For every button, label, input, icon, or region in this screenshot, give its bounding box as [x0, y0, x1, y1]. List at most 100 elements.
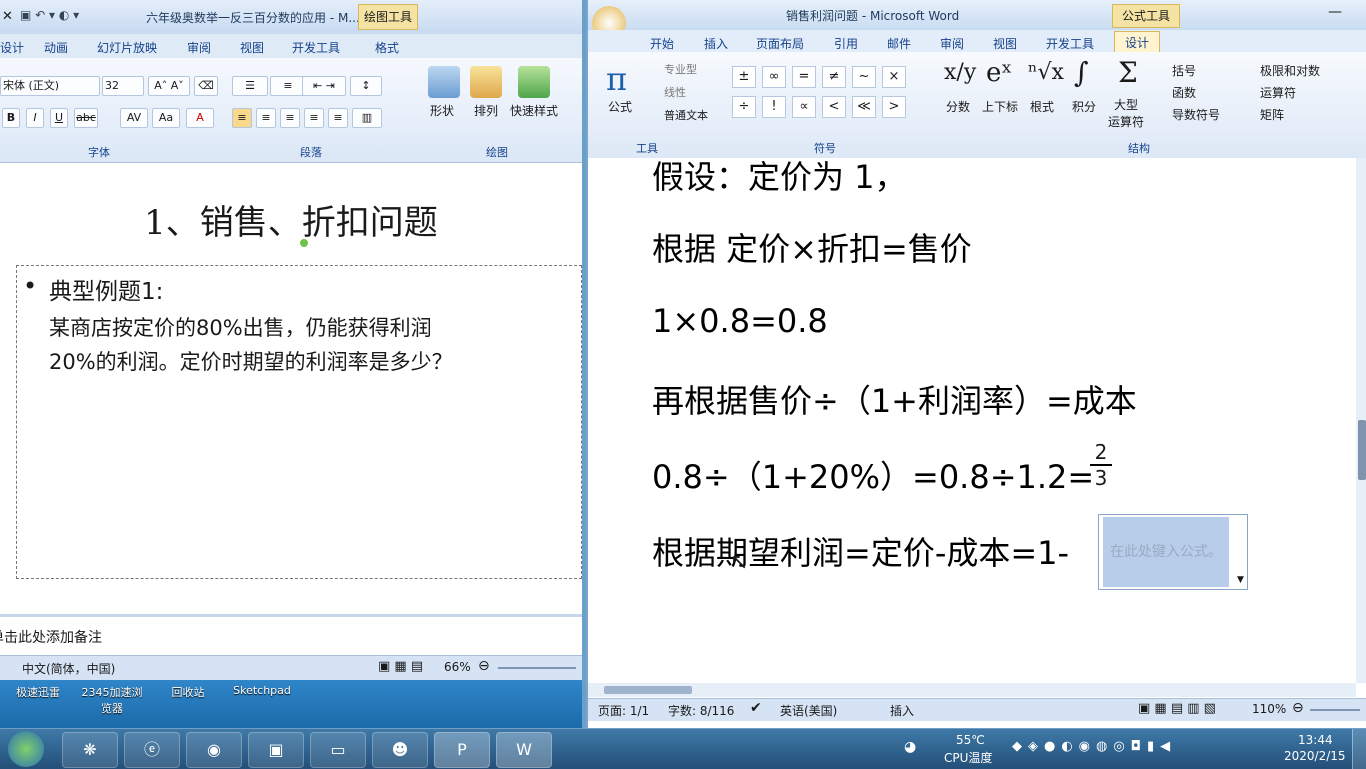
- symbol-factorial[interactable]: !: [762, 96, 786, 118]
- radical-button-label[interactable]: 根式: [1030, 98, 1054, 115]
- clock-date[interactable]: 2020/2/15: [1284, 749, 1346, 763]
- chevron-down-icon[interactable]: ▼: [1237, 575, 1244, 585]
- tab-insert[interactable]: 插入: [704, 35, 728, 52]
- limit-log-button[interactable]: 极限和对数: [1260, 62, 1320, 79]
- minimize-icon[interactable]: —: [1328, 4, 1342, 20]
- tab-mailings[interactable]: 邮件: [887, 35, 911, 52]
- rotate-handle-icon[interactable]: [300, 239, 308, 247]
- view-buttons[interactable]: ▣ ▦ ▤: [378, 659, 423, 674]
- quick-access-toolbar[interactable]: ▣ ↶ ▾ ◐ ▾: [20, 8, 79, 22]
- formula-button-label[interactable]: 公式: [608, 98, 632, 115]
- linear-button[interactable]: 线性: [664, 84, 686, 100]
- symbol-tilde[interactable]: ~: [852, 66, 876, 88]
- symbol-proportional[interactable]: ∝: [792, 96, 816, 118]
- scrollbar-thumb[interactable]: [1358, 420, 1366, 480]
- tab-format[interactable]: 格式: [375, 39, 399, 56]
- integral-button-label[interactable]: 积分: [1072, 98, 1096, 115]
- char-spacing-button[interactable]: AV: [120, 108, 148, 128]
- symbol-times[interactable]: ×: [882, 66, 906, 88]
- symbol-not-equal[interactable]: ≠: [822, 66, 846, 88]
- hscroll-thumb[interactable]: [604, 686, 692, 694]
- professional-button[interactable]: 专业型: [664, 61, 697, 77]
- desktop-icon-label[interactable]: Sketchpad: [226, 684, 298, 697]
- browser-icon[interactable]: ⓔ: [124, 732, 180, 768]
- numbering-button[interactable]: ≡: [270, 76, 306, 96]
- view-buttons[interactable]: ▣ ▦ ▤ ▥ ▧: [1138, 701, 1216, 716]
- powerpoint-task-icon[interactable]: P: [434, 732, 490, 768]
- app-icon[interactable]: ❋: [62, 732, 118, 768]
- large-operator-button-label[interactable]: 大型 运算符: [1108, 96, 1144, 130]
- normal-text-button[interactable]: 普通文本: [664, 107, 708, 123]
- equation-box[interactable]: 在此处键入公式。 ▼: [1098, 514, 1248, 590]
- proofing-icon[interactable]: ✔: [750, 700, 762, 716]
- distribute-button[interactable]: ≡: [328, 108, 348, 128]
- status-word-count[interactable]: 字数: 8/116: [668, 702, 734, 719]
- large-operator-icon[interactable]: Σ: [1118, 56, 1138, 89]
- fraction-button-label[interactable]: 分数: [946, 98, 970, 115]
- tab-view[interactable]: 视图: [993, 35, 1017, 52]
- columns-button[interactable]: ▥: [352, 108, 382, 128]
- package-icon[interactable]: ▣: [248, 732, 304, 768]
- operator-button[interactable]: 运算符: [1260, 84, 1296, 101]
- zoom-out-icon[interactable]: ⊖: [1292, 700, 1304, 716]
- symbol-greater-than[interactable]: >: [882, 96, 906, 118]
- arrange-button-label[interactable]: 排列: [474, 102, 498, 119]
- symbol-plus-minus[interactable]: ±: [732, 66, 756, 88]
- quick-styles-button-label[interactable]: 快速样式: [510, 102, 558, 119]
- bracket-button[interactable]: 括号: [1172, 62, 1196, 79]
- symbol-divide[interactable]: ÷: [732, 96, 756, 118]
- tab-design[interactable]: 设计: [0, 39, 24, 56]
- word-task-icon[interactable]: W: [496, 732, 552, 768]
- quick-styles-icon[interactable]: [518, 66, 550, 98]
- zoom-slider[interactable]: [498, 667, 576, 669]
- user-icon[interactable]: ◕: [904, 739, 916, 755]
- close-icon[interactable]: ✕: [2, 9, 13, 24]
- font-name-select[interactable]: 宋体 (正文): [0, 76, 100, 96]
- folder-icon[interactable]: ▭: [310, 732, 366, 768]
- status-page[interactable]: 页面: 1/1: [598, 702, 649, 719]
- shapes-icon[interactable]: [428, 66, 460, 98]
- clock-time[interactable]: 13:44: [1298, 733, 1333, 747]
- indent-buttons[interactable]: ⇤ ⇥: [302, 76, 346, 96]
- radical-icon[interactable]: ⁿ√x: [1028, 60, 1064, 85]
- zoom-out-icon[interactable]: ⊖: [478, 658, 490, 674]
- grow-shrink-font-button[interactable]: A˄ A˅: [148, 76, 190, 96]
- symbol-less-than[interactable]: <: [822, 96, 846, 118]
- content-placeholder[interactable]: • 典型例题1: 某商店按定价的80%出售，仍能获得利润 20%的利润。定价时期…: [16, 265, 582, 579]
- horizontal-scrollbar[interactable]: [588, 683, 1356, 697]
- font-color-button[interactable]: A: [186, 108, 214, 128]
- tab-animation[interactable]: 动画: [44, 39, 68, 56]
- function-button[interactable]: 函数: [1172, 84, 1196, 101]
- underline-button[interactable]: U: [50, 108, 68, 128]
- line-spacing-button[interactable]: ↕: [350, 76, 382, 96]
- status-insert-mode[interactable]: 插入: [890, 702, 914, 719]
- clear-format-button[interactable]: ⌫: [194, 76, 218, 96]
- bold-button[interactable]: B: [2, 108, 20, 128]
- tray-icons[interactable]: ◆◈●◐◉◍◎◘▮◀: [1012, 739, 1176, 754]
- arrange-icon[interactable]: [470, 66, 502, 98]
- tab-view[interactable]: 视图: [240, 39, 264, 56]
- notes-pane[interactable]: 单击此处添加备注: [0, 614, 582, 657]
- vertical-scrollbar[interactable]: [1356, 158, 1366, 683]
- pi-icon[interactable]: π: [606, 60, 627, 98]
- desktop-icon-label[interactable]: 极速迅雷: [6, 684, 70, 700]
- integral-icon[interactable]: ∫: [1074, 56, 1089, 89]
- script-button-label[interactable]: 上下标: [982, 98, 1018, 115]
- symbol-much-less[interactable]: ≪: [852, 96, 876, 118]
- tab-equation-design[interactable]: 设计: [1114, 31, 1161, 54]
- bullets-button[interactable]: ☰: [232, 76, 268, 96]
- tab-review[interactable]: 审阅: [187, 39, 211, 56]
- media-icon[interactable]: ◉: [186, 732, 242, 768]
- zoom-slider[interactable]: [1310, 709, 1360, 711]
- symbol-equals[interactable]: =: [792, 66, 816, 88]
- tab-developer[interactable]: 开发工具: [1046, 35, 1094, 52]
- tab-developer[interactable]: 开发工具: [292, 39, 340, 56]
- tab-home[interactable]: 开始: [650, 35, 674, 52]
- tab-references[interactable]: 引用: [834, 35, 858, 52]
- status-language[interactable]: 英语(美国): [780, 702, 837, 719]
- tab-review[interactable]: 审阅: [940, 35, 964, 52]
- desktop-icon-label[interactable]: 回收站: [160, 684, 216, 700]
- align-right-button[interactable]: ≡: [280, 108, 300, 128]
- change-case-button[interactable]: Aa: [152, 108, 180, 128]
- tab-slideshow[interactable]: 幻灯片放映: [97, 39, 157, 56]
